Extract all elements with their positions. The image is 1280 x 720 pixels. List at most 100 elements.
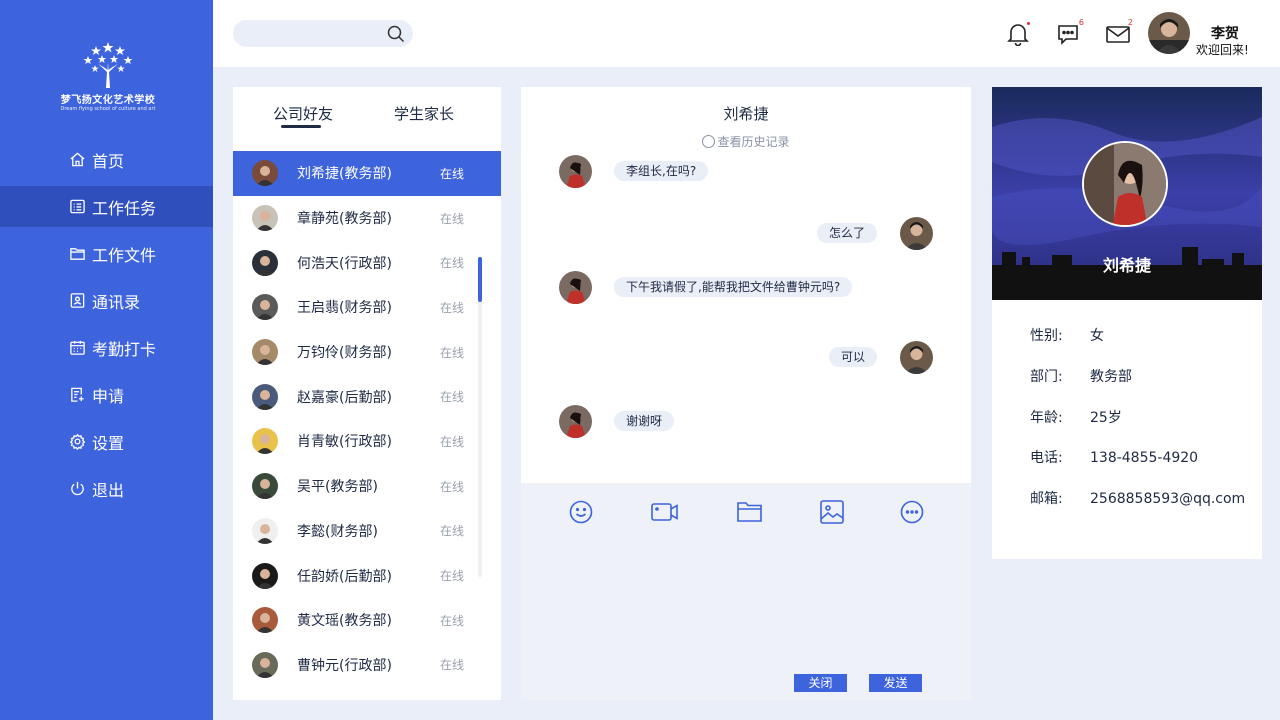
field-value: 教务部 bbox=[1090, 368, 1132, 385]
contact-row[interactable]: 任韵娇(后勤部) 在线 bbox=[233, 553, 501, 598]
contact-row[interactable]: 肖青敏(行政部) 在线 bbox=[233, 419, 501, 464]
contact-name: 肖青敏(行政部) bbox=[297, 434, 392, 451]
user-avatar[interactable] bbox=[1148, 12, 1190, 54]
nav-item-contacts[interactable]: 通讯录 bbox=[0, 280, 213, 321]
contact-row[interactable]: 吴平(教务部) 在线 bbox=[233, 464, 501, 509]
profile-cover-image: 刘希捷 bbox=[992, 87, 1262, 300]
folder-icon bbox=[737, 502, 762, 522]
contact-row[interactable]: 曹钟元(行政部) 在线 bbox=[233, 643, 501, 688]
close-button[interactable]: 关闭 bbox=[794, 674, 847, 692]
video-call-button[interactable] bbox=[650, 499, 680, 525]
application-icon bbox=[68, 386, 86, 404]
profile-field: 部门: 教务部 bbox=[1030, 366, 1132, 386]
nav-label: 工作任务 bbox=[92, 198, 157, 218]
contact-row[interactable]: 黄文瑶(教务部) 在线 bbox=[233, 598, 501, 643]
mail-button[interactable]: 2 bbox=[1105, 18, 1133, 46]
profile-panel: 刘希捷 性别: 女部门: 教务部 年龄: 25岁 电话: 138-4855-4920 邮箱: 2… bbox=[992, 87, 1262, 559]
contact-avatar bbox=[252, 428, 278, 455]
emoji-button[interactable] bbox=[568, 499, 594, 525]
field-label: 年龄: bbox=[1030, 409, 1063, 426]
contact-name: 王启翡(财务部) bbox=[297, 300, 392, 317]
nav-item-attendance[interactable]: 考勤打卡 bbox=[0, 327, 213, 368]
nav-item-home[interactable]: 首页 bbox=[0, 139, 213, 180]
profile-field: 性别: 女 bbox=[1030, 325, 1104, 345]
search-icon[interactable] bbox=[387, 25, 405, 47]
logo-title: 梦飞扬文化艺术学校 bbox=[60, 95, 156, 106]
contact-avatar bbox=[252, 517, 278, 544]
home-icon bbox=[68, 151, 86, 169]
view-history-link[interactable]: 查看历史记录 bbox=[521, 133, 971, 150]
sidebar-nav: 首页 工作任务 工作文件 通讯录 考勤打卡 申请 设置 退出 bbox=[0, 139, 213, 515]
more-options-button[interactable] bbox=[899, 499, 925, 525]
clock-icon bbox=[702, 135, 716, 148]
nav-label: 申请 bbox=[92, 386, 125, 406]
contact-status: 在线 bbox=[440, 166, 465, 181]
profile-field: 电话: 138-4855-4920 bbox=[1030, 447, 1198, 467]
contact-status: 在线 bbox=[440, 256, 465, 271]
gear-icon bbox=[68, 433, 86, 451]
messages-button[interactable]: 6 bbox=[1056, 18, 1084, 46]
nav-item-logout[interactable]: 退出 bbox=[0, 468, 213, 509]
contact-name: 吴平(教务部) bbox=[297, 479, 378, 496]
nav-label: 退出 bbox=[92, 480, 125, 500]
scrollbar-thumb[interactable] bbox=[478, 257, 482, 302]
contact-row[interactable]: 王启翡(财务部) 在线 bbox=[233, 285, 501, 330]
contact-list: 刘希捷(教务部) 在线 章静苑(教务部) 在线 何浩天(行政部) 在线 王启翡(财务部) 在线… bbox=[233, 151, 501, 687]
contact-avatar bbox=[252, 562, 278, 589]
image-icon bbox=[820, 500, 844, 524]
profile-name: 刘希捷 bbox=[1102, 256, 1151, 275]
contact-tabs: 公司好友 学生家长 bbox=[233, 87, 501, 151]
field-value: 2568858593@qq.com bbox=[1090, 491, 1246, 508]
task-list-icon bbox=[68, 198, 86, 216]
field-value: 女 bbox=[1090, 328, 1104, 344]
contact-avatar bbox=[252, 607, 278, 634]
calendar-icon bbox=[68, 339, 86, 357]
contact-status: 在线 bbox=[440, 569, 465, 584]
contact-avatar bbox=[252, 160, 278, 187]
contact-status: 在线 bbox=[440, 658, 465, 673]
contact-row[interactable]: 章静苑(教务部) 在线 bbox=[233, 196, 501, 241]
contact-avatar bbox=[252, 339, 278, 366]
contact-avatar bbox=[252, 383, 278, 410]
mail-badge: 2 bbox=[1127, 18, 1133, 27]
contact-row[interactable]: 李懿(财务部) 在线 bbox=[233, 509, 501, 554]
nav-item-files[interactable]: 工作文件 bbox=[0, 233, 213, 274]
notification-bell-button[interactable] bbox=[1007, 22, 1031, 47]
message-bubble: 谢谢呀 bbox=[614, 411, 675, 431]
nav-label: 首页 bbox=[92, 151, 125, 171]
contact-row[interactable]: 何浩天(行政部) 在线 bbox=[233, 240, 501, 285]
nav-item-settings[interactable]: 设置 bbox=[0, 421, 213, 462]
send-button[interactable]: 发送 bbox=[869, 674, 922, 692]
nav-item-application[interactable]: 申请 bbox=[0, 374, 213, 415]
my-avatar bbox=[900, 217, 933, 250]
field-value: 138-4855-4920 bbox=[1090, 450, 1199, 467]
tab-student-parents[interactable]: 学生家长 bbox=[394, 103, 454, 124]
search-input[interactable] bbox=[245, 24, 375, 43]
contact-list-scrollbar[interactable] bbox=[478, 257, 482, 577]
file-button[interactable] bbox=[736, 499, 762, 525]
logo-subtitle: Dream flying school of culture and art bbox=[60, 106, 156, 112]
compose-area[interactable]: 关闭 发送 bbox=[521, 483, 971, 700]
nav-label: 设置 bbox=[92, 433, 125, 453]
contact-row[interactable]: 刘希捷(教务部) 在线 bbox=[233, 151, 501, 196]
contact-name: 李懿(财务部) bbox=[297, 523, 378, 540]
image-button[interactable] bbox=[819, 499, 845, 525]
contacts-panel: 公司好友 学生家长 刘希捷(教务部) 在线 章静苑(教务部) 在线何浩天(行政部) 在线… bbox=[233, 87, 501, 700]
contact-name: 何浩天(行政部) bbox=[297, 255, 392, 272]
ellipsis-icon bbox=[900, 500, 924, 524]
field-label: 部门: bbox=[1030, 368, 1063, 385]
contact-avatar bbox=[252, 294, 278, 321]
smiley-icon bbox=[569, 500, 593, 524]
tab-company-friends[interactable]: 公司好友 bbox=[273, 103, 333, 124]
message-bubble: 可以 bbox=[828, 347, 877, 367]
nav-label: 工作文件 bbox=[92, 245, 157, 265]
nav-item-tasks[interactable]: 工作任务 bbox=[0, 186, 213, 227]
bell-icon bbox=[1007, 24, 1029, 47]
sidebar: 梦飞扬文化艺术学校 Dream flying school of culture… bbox=[0, 0, 213, 720]
contact-name: 黄文瑶(教务部) bbox=[297, 613, 392, 630]
contact-name: 赵嘉豪(后勤部) bbox=[297, 389, 392, 406]
contact-row[interactable]: 万钧伶(财务部) 在线 bbox=[233, 330, 501, 375]
contact-avatar bbox=[252, 651, 278, 678]
contacts-icon bbox=[68, 292, 86, 310]
contact-row[interactable]: 赵嘉豪(后勤部) 在线 bbox=[233, 374, 501, 419]
